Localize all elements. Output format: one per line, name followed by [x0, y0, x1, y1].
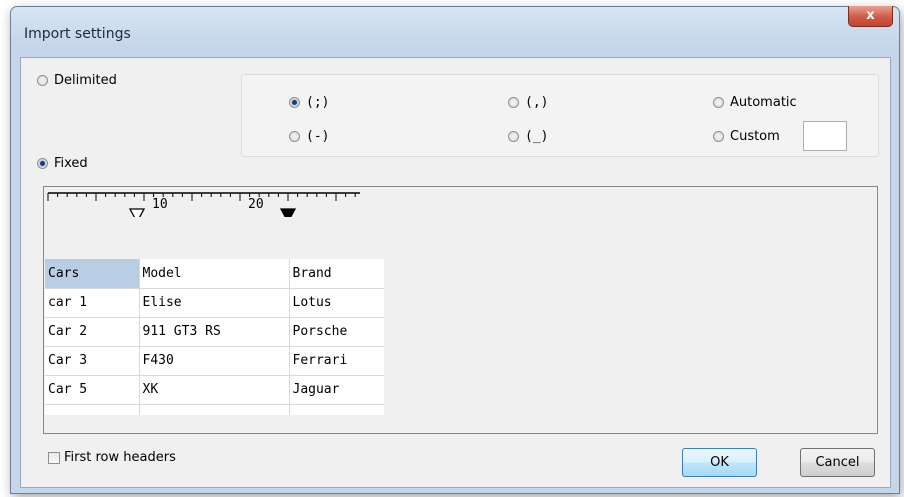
table-cell[interactable]: Brand	[289, 259, 384, 289]
column-ruler[interactable]: 10 20	[44, 187, 877, 217]
custom-radio-indicator	[713, 131, 724, 142]
ok-button[interactable]: OK	[682, 448, 757, 477]
semicolon-label: (;)	[306, 95, 330, 110]
table-cell[interactable]: Model	[139, 259, 290, 289]
fixed-radio[interactable]: Fixed	[37, 156, 88, 171]
table-cell[interactable]: Elise	[139, 288, 290, 318]
custom-label: Custom	[730, 129, 780, 144]
table-row: Car 3 F430 Ferrari	[45, 346, 384, 376]
automatic-radio[interactable]: Automatic	[713, 95, 797, 110]
delimited-radio[interactable]: Delimited	[37, 73, 117, 88]
table-cell[interactable]: Porsche	[289, 317, 384, 347]
table-cell[interactable]: Car 5	[45, 375, 140, 405]
fixed-label: Fixed	[54, 156, 88, 171]
table-cell[interactable]: Jaguar	[289, 375, 384, 405]
table-cell-empty	[289, 404, 384, 415]
underscore-radio-indicator	[508, 131, 519, 142]
table-row: car 1 Elise Lotus	[45, 288, 384, 318]
table-cell[interactable]: car 1	[45, 288, 140, 318]
import-settings-dialog: Import settings x Delimited (;) (,) Auto…	[10, 6, 900, 494]
table-cell-empty	[45, 404, 140, 415]
custom-separator-input[interactable]	[803, 121, 847, 151]
dash-radio[interactable]: (-)	[289, 129, 329, 144]
ruler-ticks	[47, 193, 356, 201]
table-cell[interactable]: Cars	[45, 259, 140, 289]
first-row-headers-checkbox[interactable]: First row headers	[48, 450, 176, 465]
table-row: Car 5 XK Jaguar	[45, 375, 384, 405]
table-cell[interactable]: F430	[139, 346, 290, 376]
column-marker-filled-icon[interactable]	[279, 208, 297, 217]
underscore-label: (_)	[525, 129, 549, 144]
ruler-label-20: 20	[248, 197, 264, 212]
dialog-body: Delimited (;) (,) Automatic (-) (_) Cust…	[20, 57, 891, 488]
ruler-label-10: 10	[152, 197, 168, 212]
delimited-radio-indicator	[37, 75, 48, 86]
close-icon: x	[866, 8, 875, 23]
fixed-radio-indicator	[37, 158, 48, 169]
dialog-title: Import settings	[24, 26, 131, 42]
first-row-headers-label: First row headers	[64, 450, 176, 465]
table-row: Cars Model Brand	[45, 259, 384, 289]
table-cell[interactable]: XK	[139, 375, 290, 405]
delimited-label: Delimited	[54, 73, 117, 88]
custom-radio[interactable]: Custom	[713, 129, 780, 144]
semicolon-radio-indicator	[289, 97, 300, 108]
fixed-width-preview[interactable]: 10 20 Cars Model Brand car 1 Elise Lotus Car 2…	[43, 186, 878, 434]
automatic-radio-indicator	[713, 97, 724, 108]
dash-radio-indicator	[289, 131, 300, 142]
semicolon-radio[interactable]: (;)	[289, 95, 329, 110]
table-cell[interactable]: Car 3	[45, 346, 140, 376]
table-cell[interactable]: Car 2	[45, 317, 140, 347]
separator-group	[241, 74, 879, 157]
underscore-radio[interactable]: (_)	[508, 129, 548, 144]
first-row-headers-check-box	[48, 451, 60, 464]
comma-label: (,)	[525, 95, 549, 110]
preview-table: Cars Model Brand car 1 Elise Lotus Car 2 911 GT…	[45, 259, 384, 415]
table-cell[interactable]: 911 GT3 RS	[139, 317, 290, 347]
table-cell[interactable]: Ferrari	[289, 346, 384, 376]
comma-radio[interactable]: (,)	[508, 95, 548, 110]
column-marker-hollow-icon[interactable]	[128, 208, 146, 217]
table-cell[interactable]: Lotus	[289, 288, 384, 318]
comma-radio-indicator	[508, 97, 519, 108]
title-bar[interactable]: Import settings x	[11, 6, 899, 57]
dash-label: (-)	[306, 129, 330, 144]
table-cell-empty	[139, 404, 290, 415]
cancel-button[interactable]: Cancel	[800, 448, 875, 477]
automatic-label: Automatic	[730, 95, 797, 110]
table-row: Car 2 911 GT3 RS Porsche	[45, 317, 384, 347]
close-button[interactable]: x	[848, 6, 893, 27]
table-row-empty	[45, 404, 384, 415]
